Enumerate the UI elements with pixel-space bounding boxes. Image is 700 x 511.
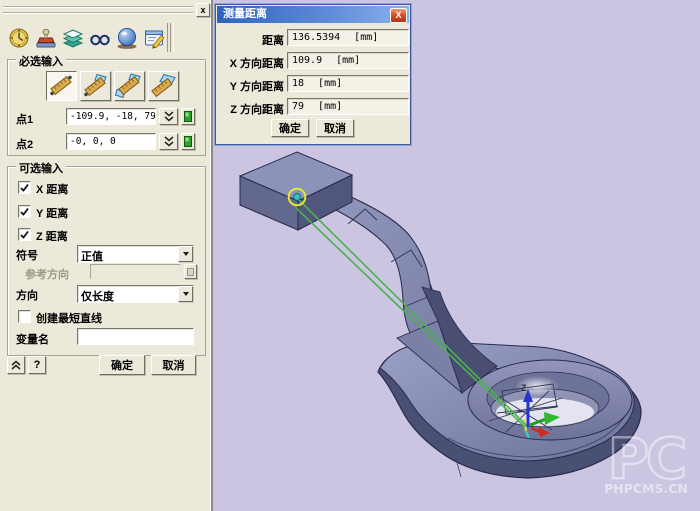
- measure-tool-panel: x: [0, 0, 213, 511]
- measure-mode-object-to-object-button[interactable]: [114, 71, 145, 101]
- distance-unit: [mm]: [354, 32, 378, 43]
- reference-direction-picker-button: [184, 264, 197, 279]
- dialog-ok-button[interactable]: 确定: [271, 119, 309, 137]
- distance-field: 136.5394 [mm]: [287, 29, 409, 46]
- symbol-label: 符号: [16, 247, 38, 263]
- y-distance-unit: [mm]: [318, 78, 342, 89]
- variable-name-label: 变量名: [16, 331, 49, 347]
- point2-constructor-button[interactable]: [181, 133, 195, 150]
- measure-mode-point-to-point-button[interactable]: [46, 71, 77, 101]
- y-distance-value: 18: [288, 78, 304, 89]
- z-distance-label: Z 距离: [36, 228, 68, 244]
- panel-ok-button[interactable]: 确定: [99, 355, 145, 375]
- y-distance-result-label: Y 方向距离: [222, 78, 284, 94]
- watermark: PC PHPCMS.CN: [604, 427, 688, 496]
- point2-options-button[interactable]: [159, 133, 178, 150]
- direction-selected-value: 仅长度: [78, 286, 178, 302]
- direction-dropdown[interactable]: 仅长度: [77, 285, 194, 303]
- create-shortest-line-checkbox[interactable]: [18, 310, 31, 323]
- direction-label: 方向: [16, 287, 38, 303]
- direction-dropdown-arrow[interactable]: [178, 286, 193, 302]
- dialog-title: 测量距离: [223, 8, 267, 20]
- help-button[interactable]: ?: [28, 356, 46, 374]
- z-distance-result-label: Z 方向距离: [222, 101, 284, 117]
- y-distance-checkbox[interactable]: [18, 205, 31, 218]
- x-distance-value: 109.9: [288, 55, 322, 66]
- measure-distance-dialog: 测量距离 X 距离 136.5394 [mm] X 方向距离 109.9 [mm…: [215, 4, 411, 145]
- symbol-selected-value: 正值: [78, 246, 178, 262]
- x-distance-checkbox[interactable]: [18, 181, 31, 194]
- x-distance-result-field: 109.9 [mm]: [287, 52, 409, 69]
- dialog-titlebar[interactable]: 测量距离: [217, 6, 409, 23]
- symbol-dropdown[interactable]: 正值: [77, 245, 194, 263]
- panel-grip: [3, 12, 193, 13]
- panel-close-button[interactable]: x: [196, 3, 210, 17]
- symbol-dropdown-arrow[interactable]: [178, 246, 193, 262]
- toolbar-separator: [170, 23, 174, 52]
- z-distance-result-field: 79 [mm]: [287, 98, 409, 115]
- z-distance-checkbox[interactable]: [18, 228, 31, 241]
- point2-input[interactable]: -0, 0, 0: [66, 133, 156, 150]
- x-distance-result-label: X 方向距离: [222, 55, 284, 71]
- measure-mode-point-to-object-button[interactable]: [80, 71, 111, 101]
- glasses-icon[interactable]: [86, 23, 114, 52]
- point1-label: 点1: [16, 111, 33, 127]
- z-axis-label: Z: [521, 383, 527, 393]
- point1-options-button[interactable]: [159, 108, 178, 125]
- reference-direction-input: [90, 264, 181, 279]
- group-label: 必选输入: [16, 53, 66, 69]
- stamp-icon[interactable]: [32, 23, 60, 52]
- edit-note-icon[interactable]: [140, 23, 168, 52]
- clock-icon[interactable]: [5, 23, 33, 52]
- distance-value: 136.5394: [288, 32, 340, 43]
- watermark-text: PHPCMS.CN: [604, 481, 688, 496]
- y-distance-result-field: 18 [mm]: [287, 75, 409, 92]
- reference-direction-label: 参考方向: [25, 266, 69, 282]
- dialog-close-button[interactable]: X: [390, 8, 407, 23]
- point2-label: 点2: [16, 136, 33, 152]
- create-shortest-line-label: 创建最短直线: [36, 310, 102, 326]
- variable-name-input[interactable]: [77, 328, 194, 345]
- measure-mode-point-to-plane-button[interactable]: [148, 71, 179, 101]
- panel-grip: [3, 6, 193, 7]
- point1-input[interactable]: -109.9, -18, 79: [66, 108, 156, 125]
- z-distance-value: 79: [288, 101, 304, 112]
- x-distance-label: X 距离: [36, 181, 68, 197]
- point1-constructor-button[interactable]: [181, 108, 195, 125]
- app-window: Z PC PHPCMS.CN x: [0, 0, 700, 511]
- group-label: 可选输入: [16, 160, 66, 176]
- collapse-panel-button[interactable]: [7, 356, 25, 374]
- sphere-icon[interactable]: [113, 23, 141, 52]
- distance-label: 距离: [222, 32, 284, 48]
- layers-icon[interactable]: [59, 23, 87, 52]
- y-distance-label: Y 距离: [36, 205, 68, 221]
- dialog-cancel-button[interactable]: 取消: [316, 119, 354, 137]
- x-distance-unit: [mm]: [336, 55, 360, 66]
- panel-cancel-button[interactable]: 取消: [151, 355, 196, 375]
- z-distance-unit: [mm]: [318, 101, 342, 112]
